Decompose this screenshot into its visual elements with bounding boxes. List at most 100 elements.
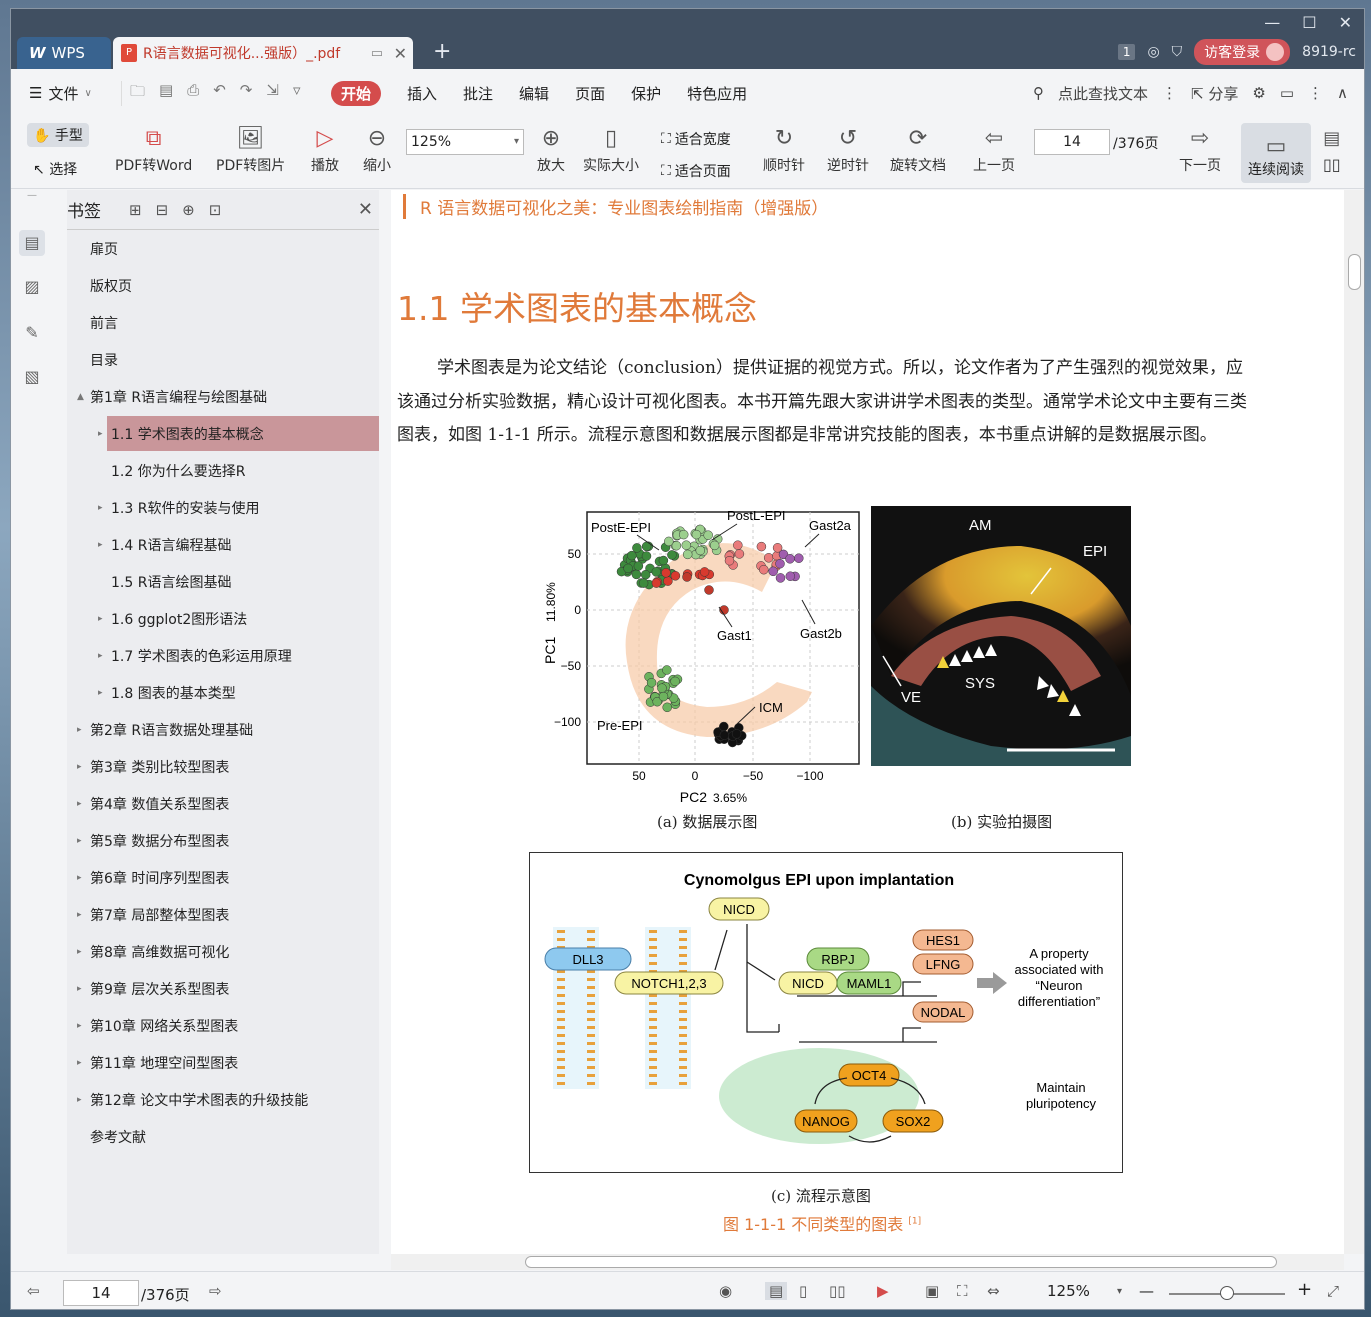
image-panel-icon[interactable]: ▧ [19,364,45,390]
shirt-icon[interactable]: ⛉ [1172,44,1183,60]
rotate-cw-button[interactable]: ↻ 顺时针 [763,123,805,175]
zoom-select[interactable]: 125% ▾ [406,129,524,155]
wps-home-tab[interactable]: W WPS [17,37,111,69]
close-window-button[interactable]: ✕ [1339,13,1352,32]
collapse-ribbon-icon[interactable]: ∧ [1337,84,1348,102]
maximize-button[interactable]: ☐ [1302,13,1316,32]
redo-icon[interactable]: ↷ [240,81,253,106]
close-tab-icon[interactable]: ✕ [394,44,407,63]
bookmark-item[interactable]: ▸ 第9章 层次关系型图表 [67,971,379,1006]
horizontal-scrollbar[interactable] [391,1254,1344,1270]
zoom-slider[interactable] [1169,1286,1285,1300]
collapsed-icon[interactable]: ▸ [77,910,82,920]
bookmark-item[interactable]: ▸ 1.4 R语言编程基础 [67,527,379,562]
skin-icon[interactable]: ◎ [1147,44,1159,60]
side-panel-button[interactable]: ▤ ▯▯ [1323,123,1341,174]
collapsed-icon[interactable]: ▸ [77,1021,82,1031]
login-button[interactable]: 访客登录 [1194,39,1291,65]
collapsed-icon[interactable]: ▸ [98,503,103,513]
annotation-panel-icon[interactable]: ✎ [19,320,45,346]
zoom-in-button[interactable]: ⊕ 放大 [537,123,565,175]
vertical-scrollbar[interactable] [1344,190,1364,1254]
collapsed-icon[interactable]: ▸ [77,762,82,772]
collapsed-icon[interactable]: ▸ [77,873,82,883]
expanded-icon[interactable]: ▲ [77,392,84,402]
bookmark-item[interactable]: 参考文献 [67,1119,379,1154]
bookmark-panel-icon[interactable]: ▤ [19,230,45,256]
prev-page-icon[interactable]: ⇦ [27,1282,40,1300]
bookmark-item[interactable]: ▸ 1.7 学术图表的色彩运用原理 [67,638,379,673]
tab-start[interactable]: 开始 [331,80,382,106]
document-tab[interactable]: P R语言数据可视化...强版）_.pdf ▭ ✕ [113,37,413,69]
chevron-down-icon[interactable]: ▾ [1117,1286,1122,1297]
zoom-slider-knob[interactable] [1220,1286,1234,1300]
collapsed-icon[interactable]: ▸ [77,947,82,957]
bookmark-options-icon[interactable]: ⊡ [209,201,222,219]
bookmark-item[interactable]: ▸ 第4章 数值关系型图表 [67,786,379,821]
continuous-read-button[interactable]: ▭ 连续阅读 [1241,123,1311,183]
expand-all-icon[interactable]: ⊞ [129,201,142,219]
next-page-button[interactable]: ⇨ 下一页 [1179,123,1221,175]
prev-page-button[interactable]: ⇦ 上一页 [973,123,1015,175]
fit-page-button[interactable]: ⛶ 适合页面 [661,161,731,181]
collapsed-icon[interactable]: ▸ [98,688,103,698]
minimize-button[interactable]: — [1264,13,1280,32]
export-icon[interactable]: ⇲ [266,81,279,106]
bookmark-item[interactable]: ▸ 第10章 网络关系型图表 [67,1008,379,1043]
thumbnail-panel-icon[interactable]: ▨ [19,274,45,300]
bookmark-item[interactable]: ▸ 1.6 ggplot2图形语法 [67,601,379,636]
bookmark-item[interactable]: ▸ 第12章 论文中学术图表的升级技能 [67,1082,379,1117]
hand-tool-button[interactable]: ✋ 手型 [27,123,89,147]
collapsed-icon[interactable]: ▸ [77,1095,82,1105]
status-zoom[interactable]: 125% [1047,1282,1090,1300]
more-vertical-icon[interactable]: ⋮ [1162,84,1177,102]
collapsed-icon[interactable]: ▸ [98,429,103,439]
collapsed-icon[interactable]: ▸ [98,614,103,624]
bookmark-item[interactable]: 前言 [67,305,379,340]
search-text-button[interactable]: 点此查找文本 [1058,83,1148,104]
comment-icon[interactable]: ▭ [1280,84,1294,102]
pin-icon[interactable]: ▭ [371,46,383,61]
single-page-view-icon[interactable]: ▤ [765,1282,788,1300]
bookmark-item[interactable]: ▸ 1.3 R软件的安装与使用 [67,490,379,525]
search-icon[interactable]: ⚲ [1033,84,1044,102]
bookmark-item[interactable]: 目录 [67,342,379,377]
bookmark-item[interactable]: ▸ 1.1 学术图表的基本概念 [98,416,379,451]
bookmark-item[interactable]: ▸ 第8章 高维数据可视化 [67,934,379,969]
zoom-out-button[interactable]: ⊖ 缩小 [363,123,391,175]
collapsed-icon[interactable]: ▸ [77,984,82,994]
bookmark-item[interactable]: ▸ 第6章 时间序列型图表 [67,860,379,895]
collapsed-icon[interactable]: ▸ [98,540,103,550]
select-tool-button[interactable]: ↖ 选择 [33,159,77,179]
status-page-input[interactable]: 14 [63,1280,139,1306]
next-page-icon[interactable]: ⇨ [209,1282,222,1300]
play-icon[interactable]: ▶ [877,1282,889,1300]
page-number-input[interactable]: 14 [1034,129,1110,155]
tab-special[interactable]: 特色应用 [687,83,747,104]
add-bookmark-icon[interactable]: ⊕ [182,201,195,219]
actual-size-button[interactable]: ▯ 实际大小 [583,123,639,175]
save-icon[interactable]: ▤ [159,81,173,106]
open-icon[interactable]: 🗀 [130,81,145,106]
bookmark-item[interactable]: ▸ 第7章 局部整体型图表 [67,897,379,932]
pdf-to-word-button[interactable]: ⧉ PDF转Word [115,123,192,175]
file-menu[interactable]: ☰ 文件 ∨ [11,83,121,104]
actual-size-icon[interactable]: ▣ [925,1282,939,1300]
tab-page[interactable]: 页面 [575,83,605,104]
bookmark-item[interactable]: 1.5 R语言绘图基础 [67,564,379,599]
zoom-in-icon[interactable]: + [1297,1279,1312,1300]
share-button[interactable]: ⇱ 分享 [1191,83,1238,104]
fit-width-button[interactable]: ⛶ 适合宽度 [661,129,731,149]
horizontal-scroll-thumb[interactable] [525,1256,1277,1268]
page-badge[interactable]: 1 [1117,44,1136,60]
tab-edit[interactable]: 编辑 [519,83,549,104]
bookmark-item[interactable]: 版权页 [67,268,379,303]
bookmark-item[interactable]: ▸ 第11章 地理空间型图表 [67,1045,379,1080]
bookmark-item[interactable]: ▸ 1.8 图表的基本类型 [67,675,379,710]
bookmark-item[interactable]: ▸ 第3章 类别比较型图表 [67,749,379,784]
tab-insert[interactable]: 插入 [407,83,437,104]
fullscreen-icon[interactable]: ⤢ [1327,1282,1339,1300]
vertical-scroll-thumb[interactable] [1348,254,1361,290]
collapsed-icon[interactable]: ▸ [98,651,103,661]
rotate-doc-button[interactable]: ⟳ 旋转文档 [890,123,946,175]
